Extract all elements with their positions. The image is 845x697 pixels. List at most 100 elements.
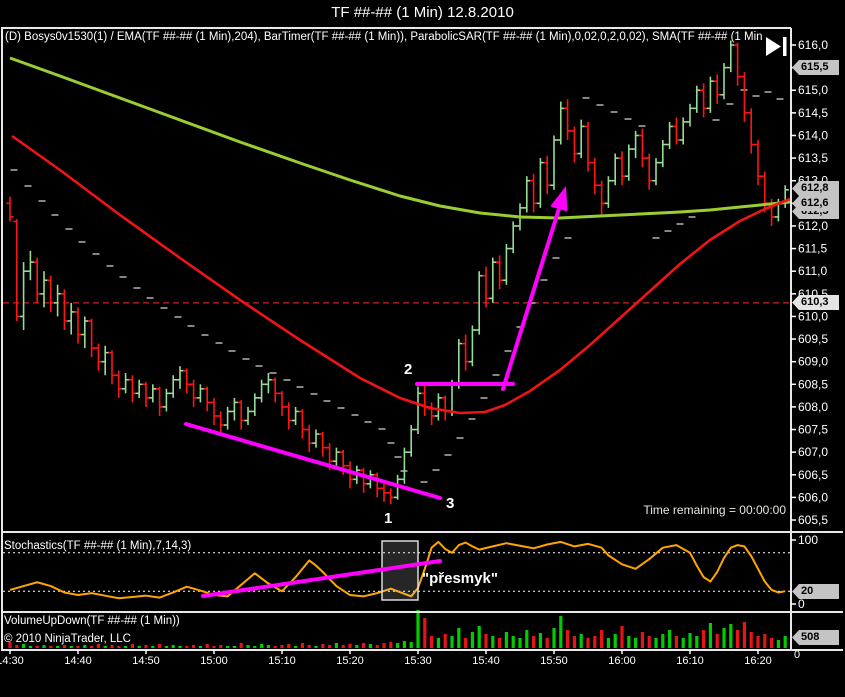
- volume-bar: [15, 645, 19, 648]
- volume-bar: [362, 643, 366, 648]
- arrow-shaft[interactable]: [501, 206, 561, 391]
- ohlc-bar: [258, 379, 266, 403]
- ohlc-bar: [217, 411, 225, 435]
- volume-bar: [171, 645, 175, 648]
- axis-value-badge: 615,5: [792, 60, 839, 75]
- annotation-text: 3: [446, 495, 454, 512]
- time-tick-label: 16:00: [608, 655, 636, 667]
- time-tick-label: 15:50: [540, 655, 568, 667]
- ohlc-bar: [128, 375, 136, 403]
- volume-bar: [606, 638, 610, 648]
- ohlc-bar: [142, 382, 150, 407]
- ohlc-bar: [156, 386, 164, 416]
- ohlc-bar: [509, 221, 517, 254]
- volume-bar: [695, 636, 699, 648]
- volume-bar: [402, 641, 406, 648]
- ohlc-bar: [611, 153, 619, 186]
- ohlc-bar: [407, 425, 415, 457]
- ohlc-bar: [720, 63, 728, 100]
- volume-bar: [314, 646, 318, 648]
- volume-bar: [62, 645, 66, 648]
- ohlc-bar: [604, 176, 612, 208]
- window-title: TF ##-## (1 Min) 12.8.2010: [331, 4, 514, 21]
- ohlc-bar: [747, 108, 755, 154]
- volume-bar: [232, 646, 236, 648]
- annotation-text: 2: [404, 361, 412, 378]
- price-axis[interactable]: 616,0615,5615,0614,5614,0613,5613,0612,5…: [791, 38, 828, 611]
- ohlc-bar: [237, 400, 245, 430]
- ohlc-bar: [754, 140, 762, 186]
- volume-bar: [729, 624, 733, 648]
- volume-bar: [130, 644, 134, 648]
- ohlc-bar: [196, 384, 204, 403]
- volume-bar: [511, 636, 515, 648]
- panel-borders: [1, 27, 843, 651]
- volume-bar: [355, 645, 359, 648]
- ohlc-bar: [734, 42, 742, 86]
- volume-bar: [763, 634, 767, 648]
- volume-bar: [504, 632, 508, 648]
- chart-canvas[interactable]: 1 2 3 "přesmyk" 616,0 615,5 615,0 614,5 614,0 613…: [0, 0, 845, 697]
- volume-bar: [532, 636, 536, 648]
- volume-bar: [634, 638, 638, 648]
- volume-bar: [164, 646, 168, 648]
- ohlc-bar: [557, 101, 565, 145]
- volume-bar: [742, 622, 746, 648]
- go-to-end-play-icon[interactable]: [764, 35, 790, 59]
- ohlc-bar: [577, 119, 585, 159]
- volume-bar: [396, 643, 400, 648]
- drawn-annotations[interactable]: [184, 186, 568, 598]
- ohlc-bar: [632, 130, 640, 159]
- ohlc-bar: [686, 103, 694, 127]
- ohlc-bar: [292, 406, 300, 426]
- volume-bar: [137, 646, 141, 648]
- ohlc-bar: [455, 339, 463, 389]
- volume-bar: [559, 616, 563, 648]
- volume-bar: [545, 638, 549, 648]
- ohlc-bar: [468, 325, 476, 367]
- volume-bar: [654, 638, 658, 648]
- time-tick-label: 14:40: [64, 655, 92, 667]
- price-tick-label: 616,0: [798, 38, 828, 52]
- price-tick-label: 613,5: [798, 151, 828, 165]
- ohlc-bar: [598, 180, 606, 217]
- volume-axis-zero-label: 0: [794, 649, 801, 661]
- price-tick-label: 608,0: [798, 400, 828, 414]
- volume-bar: [661, 634, 665, 648]
- ohlc-bar: [115, 370, 123, 398]
- ohlc-bar: [149, 384, 157, 403]
- ohlc-bar: [122, 372, 130, 394]
- ohlc-bar: [224, 406, 232, 430]
- price-tick-label: 612,0: [798, 219, 828, 233]
- stoch-tick-label: 100: [798, 533, 818, 547]
- trend-line[interactable]: [184, 422, 442, 500]
- ohlc-bar: [441, 395, 449, 421]
- ohlc-bar: [530, 173, 538, 213]
- volume-bar: [450, 636, 454, 648]
- ohlc-bar: [47, 275, 55, 312]
- time-axis[interactable]: 14:30 14:40 14:50 15:00 15:10 15:20 15:30 15:40…: [0, 650, 772, 667]
- ohlc-bar: [101, 345, 109, 376]
- main-price-panel[interactable]: [3, 40, 791, 505]
- volume-bar: [749, 632, 753, 648]
- volume-bar: [375, 645, 379, 648]
- ohlc-bar: [305, 425, 313, 453]
- volume-bar: [42, 645, 46, 648]
- time-tick-label: 15:40: [472, 655, 500, 667]
- ohlc-bar: [81, 316, 89, 349]
- ohlc-bar: [496, 255, 504, 290]
- volume-bar: [300, 643, 304, 648]
- volume-bar: [287, 644, 291, 648]
- price-tick-label: 606,5: [798, 468, 828, 482]
- volume-bar: [681, 638, 685, 648]
- ohlc-bar: [550, 135, 558, 190]
- volume-bar: [620, 626, 624, 648]
- price-tick-label: 607,5: [798, 423, 828, 437]
- price-tick-label: 606,0: [798, 490, 828, 504]
- volume-bar: [783, 636, 787, 648]
- volume-bar: [627, 636, 631, 648]
- volume-bar: [151, 646, 155, 648]
- volume-bar: [572, 636, 576, 648]
- volume-bar: [192, 645, 196, 648]
- ohlc-bar: [346, 461, 354, 489]
